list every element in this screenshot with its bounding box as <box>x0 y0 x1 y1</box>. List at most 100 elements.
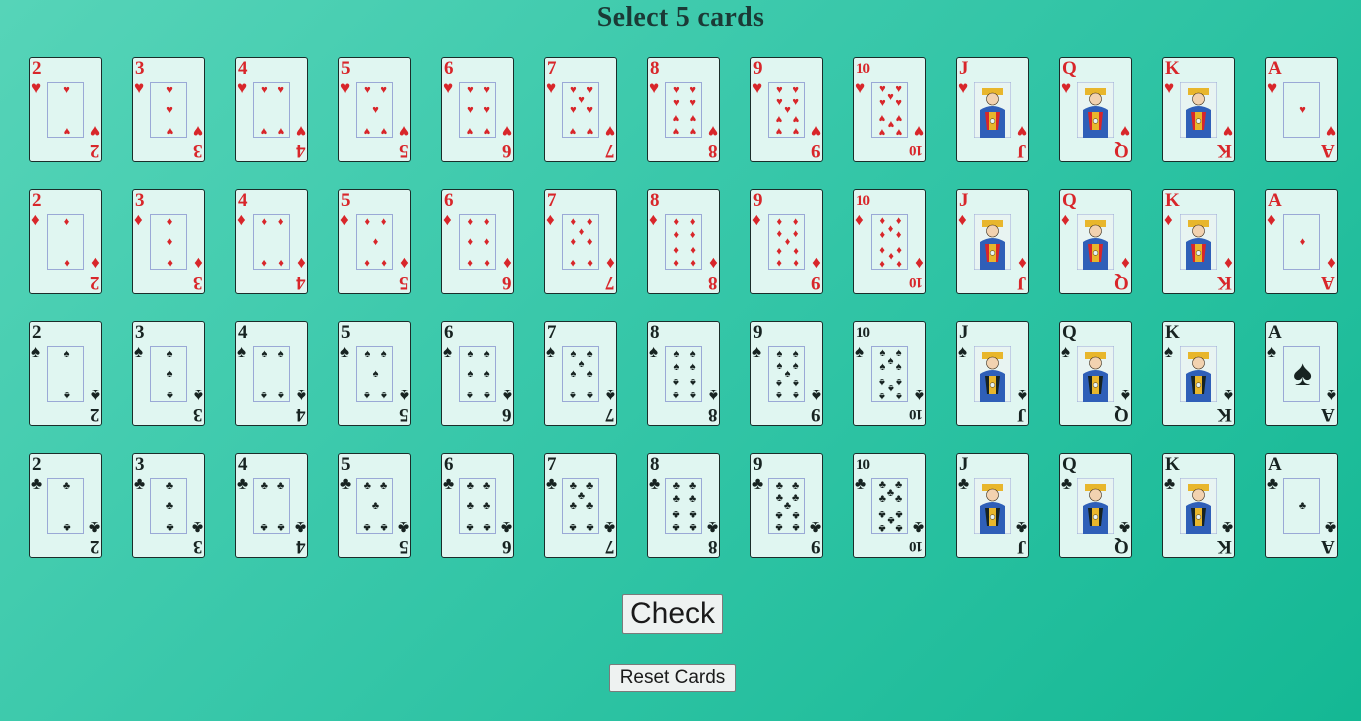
court-figure-Q-hearts <box>1076 81 1115 139</box>
card-3-of-diamonds[interactable]: 3 ♦ 3 ♦ ♦ ♦ ♦ <box>132 189 205 294</box>
diamonds-icon: ♦ <box>879 229 886 242</box>
card-6-of-hearts[interactable]: 6 ♥ 6 ♥ ♥ ♥ ♥ ♥ ♥ ♥ <box>441 57 514 162</box>
diamonds-icon: ♦ <box>586 256 593 269</box>
spades-icon: ♠ <box>689 388 696 401</box>
hearts-icon: ♥ <box>398 122 409 141</box>
reset-cards-button[interactable]: Reset Cards <box>609 664 736 692</box>
card-10-of-diamonds[interactable]: 10 ♦ 10 ♦ ♦ ♦ ♦ ♦ ♦ ♦ ♦ ♦ ♦ ♦ <box>853 189 926 294</box>
diamonds-icon: ♦ <box>546 210 555 229</box>
card-rank-label: 9 <box>753 454 763 475</box>
clubs-icon: ♣ <box>466 500 474 512</box>
card-pip-frame: ♠ <box>1283 346 1320 402</box>
card-6-of-spades[interactable]: 6 ♠ 6 ♠ ♠ ♠ ♠ ♠ ♠ ♠ <box>441 321 514 426</box>
card-rank-label: 2 <box>32 322 42 343</box>
card-6-of-diamonds[interactable]: 6 ♦ 6 ♦ ♦ ♦ ♦ ♦ ♦ ♦ <box>441 189 514 294</box>
card-pip-frame: ♦ ♦ ♦ ♦ ♦ ♦ ♦ <box>562 214 599 270</box>
diamonds-icon: ♦ <box>364 256 371 269</box>
card-10-of-spades[interactable]: 10 ♠ 10 ♠ ♠ ♠ ♠ ♠ ♠ ♠ ♠ ♠ ♠ ♠ <box>853 321 926 426</box>
hearts-icon: ♥ <box>689 97 696 110</box>
card-7-of-hearts[interactable]: 7 ♥ 7 ♥ ♥ ♥ ♥ ♥ ♥ ♥ ♥ <box>544 57 617 162</box>
card-8-of-clubs[interactable]: 8 ♣ 8 ♣ ♣ ♣ ♣ ♣ ♣ ♣ ♣ ♣ <box>647 453 720 558</box>
card-rank-label: 2 <box>32 190 42 211</box>
card-face-art <box>1076 213 1115 271</box>
card-rank-label: 4 <box>295 536 306 557</box>
clubs-icon: ♣ <box>792 508 800 521</box>
card-Q-of-clubs[interactable]: Q ♣ Q ♣ <box>1059 453 1132 558</box>
card-Q-of-hearts[interactable]: Q ♥ Q ♥ <box>1059 57 1132 162</box>
card-K-of-hearts[interactable]: K ♥ K ♥ <box>1162 57 1235 162</box>
diamonds-icon: ♦ <box>855 210 864 229</box>
card-8-of-diamonds[interactable]: 8 ♦ 8 ♦ ♦ ♦ ♦ ♦ ♦ ♦ ♦ ♦ <box>647 189 720 294</box>
card-6-of-clubs[interactable]: 6 ♣ 6 ♣ ♣ ♣ ♣ ♣ ♣ ♣ <box>441 453 514 558</box>
diamonds-icon: ♦ <box>31 210 40 229</box>
card-3-of-clubs[interactable]: 3 ♣ 3 ♣ ♣ ♣ ♣ <box>132 453 205 558</box>
card-rank-label: 2 <box>89 404 100 425</box>
clubs-icon: ♣ <box>363 520 371 533</box>
card-2-of-clubs[interactable]: 2 ♣ 2 ♣ ♣ ♣ <box>29 453 102 558</box>
card-2-of-hearts[interactable]: 2 ♥ 2 ♥ ♥ ♥ <box>29 57 102 162</box>
hearts-icon: ♥ <box>570 124 577 137</box>
card-rank-label: 3 <box>192 536 203 557</box>
card-A-of-diamonds[interactable]: A ♦ A ♦ ♦ <box>1265 189 1338 294</box>
card-7-of-spades[interactable]: 7 ♠ 7 ♠ ♠ ♠ ♠ ♠ ♠ ♠ ♠ <box>544 321 617 426</box>
spades-icon: ♠ <box>483 368 490 380</box>
diamonds-icon: ♦ <box>297 254 306 273</box>
card-5-of-diamonds[interactable]: 5 ♦ 5 ♦ ♦ ♦ ♦ ♦ ♦ <box>338 189 411 294</box>
clubs-icon: ♣ <box>1164 474 1176 493</box>
card-J-of-spades[interactable]: J ♠ J ♠ <box>956 321 1029 426</box>
card-K-of-clubs[interactable]: K ♣ K ♣ <box>1162 453 1235 558</box>
card-rank-label: 7 <box>547 454 557 475</box>
card-J-of-clubs[interactable]: J ♣ J ♣ <box>956 453 1029 558</box>
card-Q-of-diamonds[interactable]: Q ♦ Q ♦ <box>1059 189 1132 294</box>
card-3-of-hearts[interactable]: 3 ♥ 3 ♥ ♥ ♥ ♥ <box>132 57 205 162</box>
card-10-of-hearts[interactable]: 10 ♥ 10 ♥ ♥ ♥ ♥ ♥ ♥ ♥ ♥ ♥ ♥ ♥ <box>853 57 926 162</box>
card-5-of-clubs[interactable]: 5 ♣ 5 ♣ ♣ ♣ ♣ ♣ ♣ <box>338 453 411 558</box>
diamonds-icon: ♦ <box>689 243 696 256</box>
card-4-of-diamonds[interactable]: 4 ♦ 4 ♦ ♦ ♦ ♦ ♦ <box>235 189 308 294</box>
card-K-of-spades[interactable]: K ♠ K ♠ <box>1162 321 1235 426</box>
card-rank-label: 3 <box>135 322 145 343</box>
card-5-of-hearts[interactable]: 5 ♥ 5 ♥ ♥ ♥ ♥ ♥ ♥ <box>338 57 411 162</box>
clubs-icon: ♣ <box>775 508 783 521</box>
card-7-of-clubs[interactable]: 7 ♣ 7 ♣ ♣ ♣ ♣ ♣ ♣ ♣ ♣ <box>544 453 617 558</box>
card-7-of-diamonds[interactable]: 7 ♦ 7 ♦ ♦ ♦ ♦ ♦ ♦ ♦ ♦ <box>544 189 617 294</box>
card-rank-label: K <box>1217 272 1232 293</box>
diamonds-icon: ♦ <box>1224 254 1233 273</box>
card-9-of-diamonds[interactable]: 9 ♦ 9 ♦ ♦ ♦ ♦ ♦ ♦ ♦ ♦ ♦ ♦ <box>750 189 823 294</box>
card-9-of-hearts[interactable]: 9 ♥ 9 ♥ ♥ ♥ ♥ ♥ ♥ ♥ ♥ ♥ ♥ <box>750 57 823 162</box>
card-4-of-spades[interactable]: 4 ♠ 4 ♠ ♠ ♠ ♠ ♠ <box>235 321 308 426</box>
card-10-of-clubs[interactable]: 10 ♣ 10 ♣ ♣ ♣ ♣ ♣ ♣ ♣ ♣ ♣ ♣ ♣ <box>853 453 926 558</box>
card-A-of-hearts[interactable]: A ♥ A ♥ ♥ <box>1265 57 1338 162</box>
card-J-of-diamonds[interactable]: J ♦ J ♦ <box>956 189 1029 294</box>
card-A-of-clubs[interactable]: A ♣ A ♣ ♣ <box>1265 453 1338 558</box>
card-pip-frame: ♠ ♠ <box>47 346 84 402</box>
card-4-of-hearts[interactable]: 4 ♥ 4 ♥ ♥ ♥ ♥ ♥ <box>235 57 308 162</box>
card-9-of-clubs[interactable]: 9 ♣ 9 ♣ ♣ ♣ ♣ ♣ ♣ ♣ ♣ ♣ ♣ <box>750 453 823 558</box>
card-4-of-clubs[interactable]: 4 ♣ 4 ♣ ♣ ♣ ♣ ♣ <box>235 453 308 558</box>
card-8-of-hearts[interactable]: 8 ♥ 8 ♥ ♥ ♥ ♥ ♥ ♥ ♥ ♥ ♥ <box>647 57 720 162</box>
card-Q-of-spades[interactable]: Q ♠ Q ♠ <box>1059 321 1132 426</box>
card-pip-frame: ♥ <box>1283 82 1320 138</box>
spades-icon: ♠ <box>605 386 615 405</box>
spades-icon: ♠ <box>63 348 70 361</box>
card-9-of-spades[interactable]: 9 ♠ 9 ♠ ♠ ♠ ♠ ♠ ♠ ♠ ♠ ♠ ♠ <box>750 321 823 426</box>
card-A-of-spades[interactable]: A ♠ A ♠ ♠ <box>1265 321 1338 426</box>
card-J-of-hearts[interactable]: J ♥ J ♥ <box>956 57 1029 162</box>
hearts-icon: ♥ <box>31 78 42 97</box>
card-K-of-diamonds[interactable]: K ♦ K ♦ <box>1162 189 1235 294</box>
diamonds-icon: ♦ <box>380 216 387 229</box>
card-rank-label: 2 <box>89 536 100 557</box>
card-3-of-spades[interactable]: 3 ♠ 3 ♠ ♠ ♠ ♠ <box>132 321 205 426</box>
spades-icon: ♠ <box>586 388 593 401</box>
clubs-icon: ♣ <box>689 507 697 520</box>
spades-icon: ♠ <box>570 388 577 401</box>
diamonds-icon: ♦ <box>752 210 761 229</box>
card-rank-label: J <box>959 190 969 211</box>
diamonds-icon: ♦ <box>503 254 512 273</box>
card-5-of-spades[interactable]: 5 ♠ 5 ♠ ♠ ♠ ♠ ♠ ♠ <box>338 321 411 426</box>
check-button[interactable]: Check <box>622 594 723 634</box>
card-2-of-spades[interactable]: 2 ♠ 2 ♠ ♠ ♠ <box>29 321 102 426</box>
card-2-of-diamonds[interactable]: 2 ♦ 2 ♦ ♦ ♦ <box>29 189 102 294</box>
diamonds-icon: ♦ <box>570 236 577 248</box>
card-8-of-spades[interactable]: 8 ♠ 8 ♠ ♠ ♠ ♠ ♠ ♠ ♠ ♠ ♠ <box>647 321 720 426</box>
